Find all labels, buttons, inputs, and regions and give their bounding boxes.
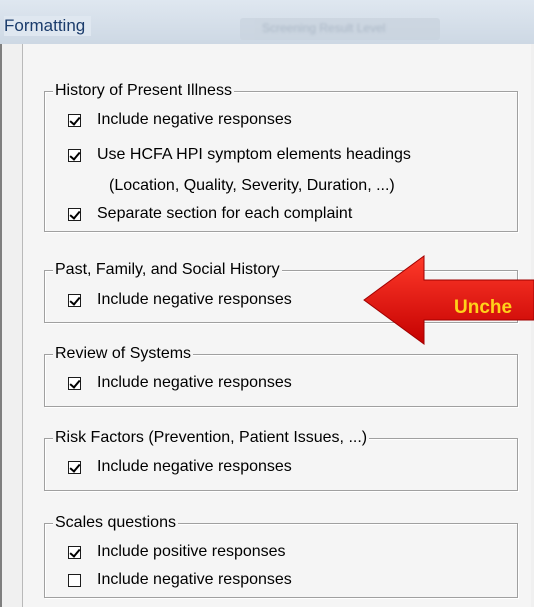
checkbox-scales-negative[interactable]: Include negative responses xyxy=(68,571,292,589)
checkbox-label: Include positive responses xyxy=(97,543,286,560)
checkbox-box[interactable] xyxy=(68,293,81,307)
checkbox-pfsh-negative[interactable]: Include negative responses xyxy=(68,291,292,309)
checkbox-box[interactable] xyxy=(68,113,81,127)
title-bar: Formatting Screening Result Level xyxy=(0,0,534,44)
checkbox-box[interactable] xyxy=(68,460,81,474)
checkbox-box[interactable] xyxy=(68,207,81,221)
background-tab-label: Screening Result Level xyxy=(262,21,386,35)
checkbox-hpi-separate-section[interactable]: Separate section for each complaint xyxy=(68,205,352,223)
checkbox-label: Include negative responses xyxy=(97,111,292,128)
checkbox-risk-negative[interactable]: Include negative responses xyxy=(68,458,292,476)
checkbox-hpi-negative[interactable]: Include negative responses xyxy=(68,111,292,129)
checkbox-ros-negative[interactable]: Include negative responses xyxy=(68,374,292,392)
group-legend: Scales questions xyxy=(53,514,178,532)
checkbox-label: Use HCFA HPI symptom elements headings xyxy=(97,146,411,163)
group-legend: Review of Systems xyxy=(53,345,194,363)
hpi-headings-note: (Location, Quality, Severity, Duration, … xyxy=(109,177,395,194)
checkbox-label: Separate section for each complaint xyxy=(97,205,353,222)
group-legend: Past, Family, and Social History xyxy=(53,261,282,279)
checkbox-label: Include negative responses xyxy=(97,458,292,475)
checkbox-scales-positive[interactable]: Include positive responses xyxy=(68,543,286,561)
group-legend: History of Present Illness xyxy=(53,82,234,100)
checkbox-box[interactable] xyxy=(68,545,81,559)
checkbox-box[interactable] xyxy=(68,376,81,390)
checkbox-box[interactable] xyxy=(68,573,81,587)
callout-text: Unche xyxy=(454,297,513,318)
group-legend: Risk Factors (Prevention, Patient Issues… xyxy=(53,429,370,447)
checkbox-box[interactable] xyxy=(68,148,81,162)
window-title: Formatting xyxy=(4,16,92,36)
checkbox-hpi-hcfa-headings[interactable]: Use HCFA HPI symptom elements headings xyxy=(68,146,411,164)
frame-border-left xyxy=(0,44,2,607)
checkbox-label: Include negative responses xyxy=(97,291,292,308)
checkbox-label: Include negative responses xyxy=(97,374,292,391)
checkbox-label: Include negative responses xyxy=(97,571,292,588)
background-tab[interactable]: Screening Result Level xyxy=(240,18,440,40)
